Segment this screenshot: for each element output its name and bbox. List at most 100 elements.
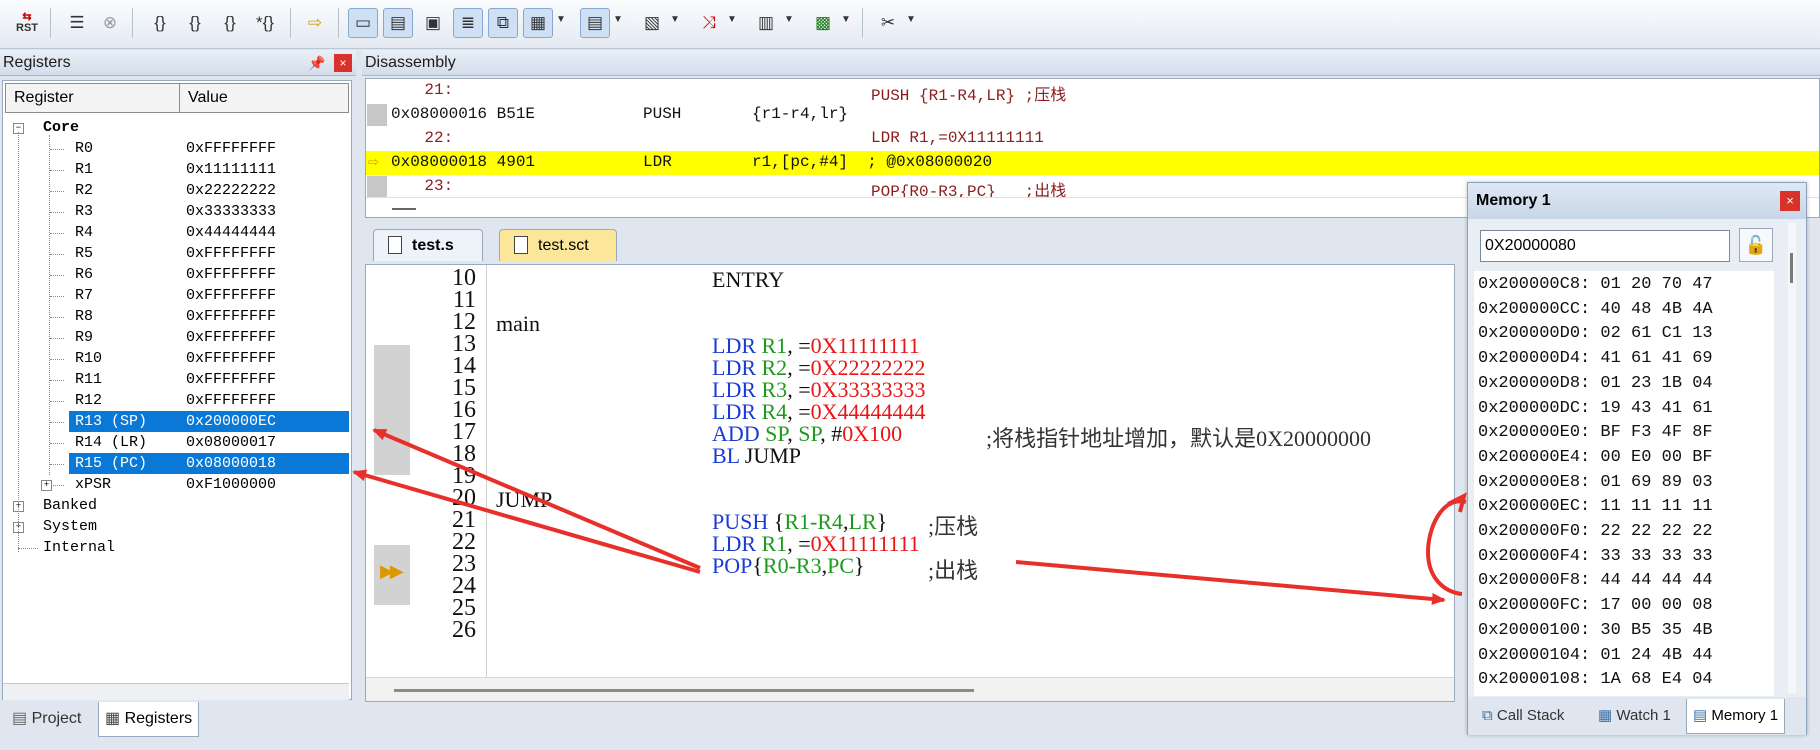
column-divider[interactable] (179, 84, 180, 112)
memory-scrollbar[interactable] (1788, 223, 1796, 693)
chevron-down-icon[interactable]: ▼ (906, 14, 916, 25)
chevron-down-icon[interactable]: ▼ (556, 14, 566, 25)
chevron-down-icon[interactable]: ▼ (727, 14, 737, 25)
run-button[interactable]: ☰ (62, 8, 92, 38)
breakpoint-gutter[interactable]: ▶▶ (374, 265, 410, 701)
memory-window-button[interactable]: ▤ (580, 8, 610, 38)
toolbox-button[interactable]: ✂ (873, 8, 903, 38)
register-row[interactable]: R1 0x11111111 (3, 159, 349, 180)
memory-row[interactable]: 0x200000CC: 40 48 4B 4A (1478, 300, 1713, 319)
memory-address-input[interactable]: 0X20000080 (1480, 230, 1730, 262)
source-editor[interactable]: ▶▶ 10 11 12 13 14 15 16 17 18 19 20 21 22 23 24 25 26 EN… (365, 264, 1455, 702)
memory-row[interactable]: 0x200000DC: 19 43 41 61 (1478, 399, 1713, 418)
tree-node-internal[interactable]: Internal (3, 537, 349, 558)
memory-row[interactable]: 0x20000104: 01 24 4B 44 (1478, 646, 1713, 665)
memory-row[interactable]: 0x200000E4: 00 E0 00 BF (1478, 448, 1713, 467)
call-stack-window-button[interactable]: ⧉ (488, 8, 518, 38)
column-value[interactable]: Value (188, 89, 228, 107)
close-icon[interactable]: × (1780, 191, 1800, 211)
step-out-icon: {} (224, 13, 236, 32)
tree-node-core[interactable]: − Core (3, 117, 349, 138)
editor-horizontal-scrollbar[interactable] (366, 677, 1454, 701)
memory-row[interactable]: 0x200000E0: BF F3 4F 8F (1478, 423, 1713, 442)
trace-window-button[interactable]: ▥ (751, 8, 781, 38)
disassembly-line[interactable]: 22: LDR R1,=0X11111111 (366, 127, 1819, 151)
step-over-button[interactable]: {} (180, 8, 210, 38)
expand-icon[interactable]: + (41, 480, 52, 491)
pane-splitter[interactable] (356, 50, 362, 745)
watch-icon: ▦ (529, 13, 547, 32)
disassembly-line[interactable]: 0x08000016 B51E PUSH {r1-r4,lr} (366, 103, 1819, 127)
register-row[interactable]: R6 0xFFFFFFFF (3, 264, 349, 285)
code-line-12: main (496, 311, 540, 336)
show-next-statement-button[interactable]: ⇨ (300, 8, 330, 38)
register-row[interactable]: R14 (LR) 0x08000017 (3, 432, 349, 453)
reset-cpu-button[interactable]: ⇆ RST (12, 8, 42, 38)
memory-row[interactable]: 0x200000F0: 22 22 22 22 (1478, 522, 1713, 541)
chevron-down-icon[interactable]: ▼ (841, 14, 851, 25)
system-viewer-button[interactable]: ▩ (808, 8, 838, 38)
command-window-button[interactable]: ▭ (348, 8, 378, 38)
tab-test-sct[interactable]: test.sct (499, 229, 617, 261)
register-row[interactable]: R12 0xFFFFFFFF (3, 390, 349, 411)
column-register[interactable]: Register (14, 89, 74, 107)
step-button[interactable]: {} (145, 8, 175, 38)
memory-row[interactable]: 0x200000E8: 01 69 89 03 (1478, 473, 1713, 492)
register-row[interactable]: + xPSR 0xF1000000 (3, 474, 349, 495)
memory-row[interactable]: 0x200000F4: 33 33 33 33 (1478, 547, 1713, 566)
register-row[interactable]: R7 0xFFFFFFFF (3, 285, 349, 306)
memory-row[interactable]: 0x200000D8: 01 23 1B 04 (1478, 374, 1713, 393)
analysis-window-button[interactable]: ⤨ (694, 8, 724, 38)
register-row[interactable]: R10 0xFFFFFFFF (3, 348, 349, 369)
disassembly-line[interactable]: 21: PUSH {R1-R4,LR} ;压栈 (366, 79, 1819, 105)
memory-row[interactable]: 0x200000C8: 01 20 70 47 (1478, 275, 1713, 294)
memory-dump[interactable]: 0x200000C8: 01 20 70 47 0x200000CC: 40 48… (1474, 271, 1774, 696)
register-row[interactable]: R0 0xFFFFFFFF (3, 138, 349, 159)
disassembly-window-button[interactable]: ▤ (383, 8, 413, 38)
tab-registers[interactable]: ▦ Registers (98, 702, 200, 737)
horizontal-scrollbar[interactable] (3, 683, 349, 700)
document-icon (388, 236, 402, 254)
lock-icon[interactable]: 🔓 (1739, 228, 1773, 262)
tab-test-s[interactable]: test.s (373, 229, 483, 261)
chevron-down-icon[interactable]: ▼ (670, 14, 680, 25)
chevron-down-icon[interactable]: ▼ (613, 14, 623, 25)
register-row[interactable]: R2 0x22222222 (3, 180, 349, 201)
tab-watch-1[interactable]: ▦ Watch 1 (1592, 699, 1677, 733)
watch-window-button[interactable]: ▦ (523, 8, 553, 38)
memory-titlebar[interactable]: Memory 1 (1468, 183, 1806, 219)
register-row[interactable]: R3 0x33333333 (3, 201, 349, 222)
tab-call-stack[interactable]: ⧉ Call Stack (1476, 699, 1570, 733)
memory-row[interactable]: 0x200000D0: 02 61 C1 13 (1478, 324, 1713, 343)
registers-window-button[interactable]: ≣ (453, 8, 483, 38)
current-instruction-line[interactable]: ⇨ 0x08000018 4901 LDR r1,[pc,#4] ; @0x08… (366, 151, 1819, 175)
register-row[interactable]: R4 0x44444444 (3, 222, 349, 243)
pin-icon[interactable]: 📌 (308, 50, 325, 76)
tree-node-banked[interactable]: + Banked (3, 495, 349, 516)
scrollbar-thumb[interactable] (394, 689, 974, 692)
symbols-window-button[interactable]: ▣ (418, 8, 448, 38)
memory-row[interactable]: 0x200000EC: 11 11 11 11 (1478, 497, 1713, 516)
step-out-button[interactable]: {} (215, 8, 245, 38)
register-row[interactable]: R13 (SP) 0x200000EC (3, 411, 349, 432)
tree-line (18, 132, 19, 552)
close-icon[interactable]: × (334, 54, 352, 72)
memory-row[interactable]: 0x20000100: 30 B5 35 4B (1478, 621, 1713, 640)
memory-row[interactable]: 0x20000108: 1A 68 E4 04 (1478, 670, 1713, 689)
memory-row[interactable]: 0x200000FC: 17 00 00 08 (1478, 596, 1713, 615)
tab-project[interactable]: ▤ Project (6, 702, 87, 736)
tree-node-system[interactable]: + System (3, 516, 349, 537)
serial-window-button[interactable]: ▧ (637, 8, 667, 38)
register-row[interactable]: R5 0xFFFFFFFF (3, 243, 349, 264)
register-row[interactable]: R9 0xFFFFFFFF (3, 327, 349, 348)
step-over-icon: {} (189, 13, 201, 32)
register-row[interactable]: R11 0xFFFFFFFF (3, 369, 349, 390)
run-to-cursor-button[interactable]: *{} (250, 8, 280, 38)
stop-button[interactable]: ⊗ (95, 8, 125, 38)
memory-row[interactable]: 0x200000F8: 44 44 44 44 (1478, 571, 1713, 590)
chevron-down-icon[interactable]: ▼ (784, 14, 794, 25)
register-row[interactable]: R8 0xFFFFFFFF (3, 306, 349, 327)
register-row[interactable]: R15 (PC) 0x08000018 (3, 453, 349, 474)
tab-memory-1[interactable]: ▤ Memory 1 (1686, 699, 1786, 734)
memory-row[interactable]: 0x200000D4: 41 61 41 69 (1478, 349, 1713, 368)
